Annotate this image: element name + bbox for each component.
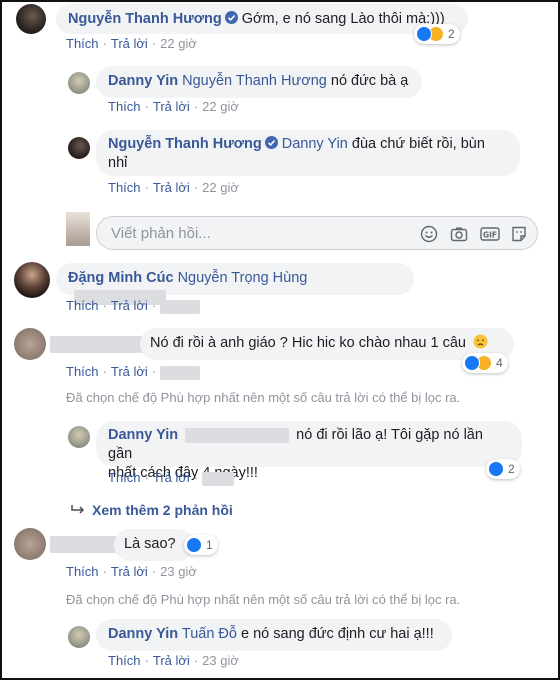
timestamp[interactable]: 23 giờ: [160, 564, 197, 579]
svg-text:GIF: GIF: [483, 231, 497, 240]
comment-actions: Thích · Trả lời · 22 giờ: [108, 99, 239, 114]
author-name[interactable]: Đặng Minh Cúc: [68, 270, 174, 286]
reply-link[interactable]: Trả lời: [153, 653, 190, 668]
comment-text: Gớm, e nó sang Lào thôi mà:))): [241, 11, 445, 27]
redacted-time: [202, 471, 235, 486]
redacted-time: [160, 299, 201, 314]
mention-link[interactable]: Nguyễn Thanh Hương: [182, 73, 327, 89]
like-link[interactable]: Thích: [66, 36, 99, 51]
comment-actions: Thích · Trả lời ·: [66, 298, 201, 314]
mention-link[interactable]: Tuấn Đỗ: [182, 626, 237, 642]
reaction-count: 2: [448, 27, 455, 41]
mention-link[interactable]: Nguyễn Trọng Hùng: [178, 270, 308, 286]
camera-icon[interactable]: [449, 224, 469, 244]
like-reaction-icon: [186, 537, 202, 553]
author-name[interactable]: Nguyễn Thanh Hương: [68, 11, 222, 27]
comment-actions: Thích · Trả lời · 22 giờ: [108, 180, 239, 195]
verified-badge-icon: [264, 136, 278, 149]
comment-bubble: Là sao?: [114, 529, 194, 561]
comment-text: nó đức bà ạ: [330, 73, 409, 89]
avatar[interactable]: [68, 72, 90, 94]
comment-text: Là sao?: [124, 536, 176, 552]
timestamp[interactable]: 23 giờ: [202, 653, 239, 668]
like-reaction-icon: [464, 355, 480, 371]
comment-text-cont: nhỉ: [108, 155, 128, 171]
reply-arrow-icon: [70, 503, 86, 515]
like-link[interactable]: Thích: [108, 180, 141, 195]
comment-actions: Thích · Trả lời · 23 giờ: [108, 653, 239, 668]
timestamp[interactable]: 22 giờ: [160, 36, 197, 51]
reply-input[interactable]: [109, 223, 389, 243]
comment-bubble: Danny Yin Nguyễn Thanh Hương nó đức bà ạ: [96, 66, 422, 98]
reaction-summary[interactable]: 2: [414, 24, 460, 44]
reaction-summary[interactable]: 2: [486, 459, 520, 479]
comment-bubble: Danny Yin Tuấn Đỗ e nó sang đức định cư …: [96, 619, 452, 651]
reply-link[interactable]: Trả lời: [153, 180, 190, 195]
sticker-icon[interactable]: [509, 224, 529, 244]
like-link[interactable]: Thích: [66, 564, 99, 579]
reply-link[interactable]: Trả lời: [111, 564, 148, 579]
comment-text: đùa chứ biết rồi, bùn: [351, 136, 485, 152]
view-more-replies-link[interactable]: Xem thêm 2 phản hồi: [70, 502, 233, 518]
comment-bubble: Nguyễn Thanh Hương Danny Yin đùa chứ biế…: [96, 130, 520, 176]
gif-icon[interactable]: GIF: [479, 224, 500, 244]
like-link[interactable]: Thích: [108, 653, 141, 668]
author-name[interactable]: Danny Yin: [108, 427, 178, 443]
disappointed-face-icon: [473, 334, 488, 349]
timestamp[interactable]: 22 giờ: [202, 180, 239, 195]
like-link[interactable]: Thích: [66, 298, 99, 313]
redacted-time: [160, 365, 201, 380]
avatar[interactable]: [14, 262, 50, 298]
reaction-summary[interactable]: 4: [462, 353, 508, 373]
comment-actions: Thích · Trả lời ·: [108, 470, 235, 486]
reply-link[interactable]: Trả lời: [111, 36, 148, 51]
avatar[interactable]: [68, 626, 90, 648]
timestamp[interactable]: 22 giờ: [202, 99, 239, 114]
emoji-icon[interactable]: [419, 224, 439, 244]
avatar[interactable]: [68, 137, 90, 159]
reply-link[interactable]: Trả lời: [111, 364, 148, 379]
author-name[interactable]: Danny Yin: [108, 73, 178, 89]
comment-actions: Thích · Trả lời · 22 giờ: [66, 36, 197, 51]
comment-text: e nó sang đức định cư hai ạ!!!: [241, 626, 434, 642]
comment-text: Nó đi rồi à anh giáo ? Hic hic ko chào n…: [150, 335, 466, 351]
mention-link[interactable]: Danny Yin: [282, 136, 348, 152]
reaction-count: 1: [206, 538, 213, 552]
like-link[interactable]: Thích: [108, 470, 141, 485]
like-link[interactable]: Thích: [66, 364, 99, 379]
comment-bubble: Nguyễn Thanh Hương Gớm, e nó sang Lào th…: [56, 4, 468, 34]
reply-link[interactable]: Trả lời: [111, 298, 148, 313]
blurred-avatar: [66, 212, 90, 246]
like-reaction-icon: [416, 26, 432, 42]
like-link[interactable]: Thích: [108, 99, 141, 114]
comment-bubble: Danny Yin nó đi rồi lão ạ! Tôi gặp nó lầ…: [96, 421, 522, 481]
redacted-name: [50, 536, 122, 553]
reply-link[interactable]: Trả lời: [153, 99, 190, 114]
verified-badge-icon: [224, 11, 238, 24]
comment-bubble: Nó đi rồi à anh giáo ? Hic hic ko chào n…: [140, 328, 514, 360]
redacted-name: [50, 336, 148, 353]
comment-actions: Thích · Trả lời · 23 giờ: [66, 564, 197, 579]
avatar[interactable]: [16, 4, 46, 34]
blurred-avatar: [14, 528, 46, 560]
reply-link[interactable]: Trả lời: [153, 470, 190, 485]
author-name[interactable]: Nguyễn Thanh Hương: [108, 136, 262, 152]
like-reaction-icon: [488, 461, 504, 477]
author-name[interactable]: Danny Yin: [108, 626, 178, 642]
comment-actions: Thích · Trả lời ·: [66, 364, 201, 380]
reply-input-box[interactable]: GIF: [96, 216, 538, 250]
comment-bubble: Đặng Minh Cúc Nguyễn Trọng Hùng: [56, 263, 414, 305]
blurred-avatar: [14, 328, 46, 360]
redacted-mention: [185, 427, 290, 443]
filter-notice: Đã chọn chế độ Phù hợp nhất nên một số c…: [66, 390, 461, 405]
avatar[interactable]: [68, 426, 90, 448]
reaction-count: 2: [508, 462, 515, 476]
reaction-count: 4: [496, 356, 503, 370]
reaction-summary[interactable]: 1: [184, 535, 218, 555]
more-replies-label: Xem thêm 2 phản hồi: [92, 502, 233, 518]
filter-notice: Đã chọn chế độ Phù hợp nhất nên một số c…: [66, 592, 461, 607]
